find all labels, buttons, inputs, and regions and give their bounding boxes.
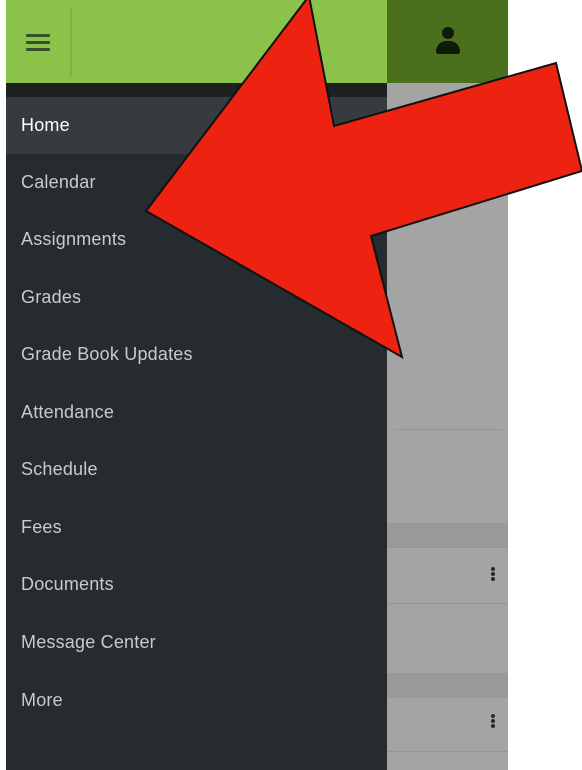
content-divider: [387, 697, 508, 698]
nav-item-label: Calendar: [21, 172, 96, 192]
nav-item-schedule[interactable]: Schedule: [6, 441, 387, 498]
nav-item-label: Schedule: [21, 459, 98, 479]
content-divider: [387, 751, 508, 752]
person-icon: [435, 26, 461, 57]
nav-item-label: Attendance: [21, 402, 115, 422]
content-divider: [395, 429, 502, 430]
app-window: Home Calendar Assignments Grades Grade B…: [6, 0, 508, 770]
nav-item-label: Fees: [21, 517, 62, 537]
content-divider: [387, 603, 508, 604]
nav-item-fees[interactable]: Fees: [6, 499, 387, 556]
nav-item-label: More: [21, 690, 63, 710]
nav-item-home[interactable]: Home: [6, 97, 387, 154]
nav-item-label: Message Center: [21, 632, 156, 652]
nav-item-assignments[interactable]: Assignments: [6, 211, 387, 268]
dimmed-main-content: [387, 83, 508, 770]
menu-button[interactable]: [6, 0, 70, 83]
app-bar: [6, 0, 508, 83]
nav-item-message-center[interactable]: Message Center: [6, 614, 387, 671]
more-vertical-icon[interactable]: [491, 714, 495, 728]
profile-button[interactable]: [387, 0, 508, 83]
nav-item-label: Grades: [21, 287, 82, 307]
drawer-header-strip: [6, 83, 387, 97]
nav-item-grade-book-updates[interactable]: Grade Book Updates: [6, 326, 387, 383]
nav-item-label: Grade Book Updates: [21, 344, 193, 364]
nav-item-documents[interactable]: Documents: [6, 556, 387, 613]
content-divider: [387, 547, 508, 548]
nav-item-label: Documents: [21, 574, 114, 594]
nav-item-label: Assignments: [21, 229, 127, 249]
nav-item-label: Home: [21, 115, 70, 135]
navigation-drawer: Home Calendar Assignments Grades Grade B…: [6, 83, 387, 770]
nav-item-grades[interactable]: Grades: [6, 269, 387, 326]
content-section-header: [387, 673, 508, 697]
menu-button-divider: [70, 8, 72, 76]
content-section-header: [387, 523, 508, 547]
nav-item-more[interactable]: More: [6, 672, 387, 729]
nav-item-attendance[interactable]: Attendance: [6, 384, 387, 441]
more-vertical-icon[interactable]: [491, 567, 495, 581]
hamburger-icon: [26, 32, 50, 52]
nav-item-calendar[interactable]: Calendar: [6, 154, 387, 211]
